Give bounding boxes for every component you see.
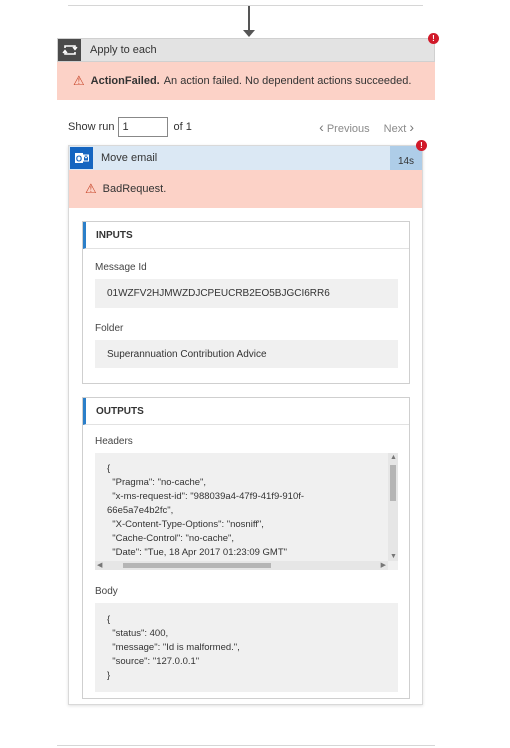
headers-horizontal-scroll-thumb[interactable] [123, 563, 271, 568]
chevron-left-icon: ‹ [319, 119, 324, 135]
apply-to-each-error-code: ActionFailed. [90, 75, 160, 87]
run-number-input[interactable] [118, 117, 169, 137]
move-email-header[interactable]: O Move email 14s [69, 146, 422, 170]
outputs-heading: OUTPUTS [83, 398, 409, 425]
headers-line: 66e5a7e4b2fc", [107, 505, 174, 516]
apply-to-each-error-banner: ⚠ ActionFailed. An action failed. No dep… [57, 62, 435, 100]
inputs-heading: INPUTS [83, 222, 409, 249]
headers-line: "X-Content-Type-Options": "nosniff", [107, 519, 264, 530]
previous-label: Previous [326, 123, 370, 135]
body-code: { "status": 400, "message": "Id is malfo… [107, 613, 240, 683]
next-step-top-edge [57, 745, 435, 746]
outlook-icon: O [70, 147, 93, 169]
apply-to-each-error-badge-icon: ! [428, 33, 439, 44]
move-email-error-code: BadRequest. [102, 183, 167, 195]
folder-label: Folder [95, 323, 124, 334]
message-id-value: 01WZFV2HJMWZDJCPEUCRB2EO5BJGCI6RR6 [95, 279, 398, 308]
inputs-panel: INPUTS Message Id 01WZFV2HJMWZDJCPEUCRB2… [82, 221, 410, 384]
run-count-label: of 1 [173, 121, 192, 133]
headers-horizontal-scrollbar[interactable]: ◀ ▶ [95, 561, 388, 570]
warning-icon: ⚠ [85, 181, 97, 196]
headers-line: { [107, 463, 111, 474]
flow-arrow-stem [248, 6, 250, 32]
headers-line: "Pragma": "no-cache", [107, 477, 207, 488]
svg-text:O: O [75, 155, 81, 164]
headers-vertical-scrollbar[interactable]: ▲ ▼ [388, 453, 398, 561]
headers-code: { "Pragma": "no-cache", "x-ms-request-id… [107, 462, 304, 560]
outputs-panel: OUTPUTS Headers { "Pragma": "no-cache", … [82, 397, 410, 699]
move-email-title: Move email [101, 152, 158, 164]
headers-label: Headers [95, 436, 133, 447]
previous-step-bottom-edge [68, 0, 423, 6]
headers-line: "Cache-Control": "no-cache", [107, 533, 235, 544]
run-pager: Show run of 1 ‹ Previous Next › [68, 116, 414, 138]
body-line: } [107, 670, 111, 681]
flow-arrow-down-icon [243, 30, 255, 37]
scroll-up-icon[interactable]: ▲ [390, 454, 397, 461]
scroll-down-icon[interactable]: ▼ [390, 553, 397, 560]
loop-icon [58, 39, 81, 61]
folder-value: Superannuation Contribution Advice [95, 340, 398, 368]
move-email-error-banner: ⚠ BadRequest. [69, 170, 422, 208]
body-label: Body [95, 586, 118, 597]
scroll-left-icon[interactable]: ◀ [97, 562, 102, 569]
chevron-right-icon: › [409, 119, 414, 135]
warning-icon: ⚠ [73, 73, 85, 88]
body-line: "message": "Id is malformed.", [107, 642, 240, 653]
apply-to-each-error-message: An action failed. No dependent actions s… [163, 75, 412, 87]
headers-line: "x-ms-request-id": "988039a4-47f9-41f9-9… [107, 491, 305, 502]
apply-to-each-header[interactable]: Apply to each [57, 38, 435, 62]
body-line: "status": 400, [107, 628, 169, 639]
headers-code-box[interactable]: { "Pragma": "no-cache", "x-ms-request-id… [95, 453, 398, 570]
show-run-label: Show run [68, 121, 115, 133]
previous-run-button[interactable]: ‹ Previous [319, 119, 370, 135]
move-email-error-badge-icon: ! [416, 140, 427, 151]
headers-line: "Date": "Tue, 18 Apr 2017 01:23:09 GMT" [107, 547, 288, 558]
move-email-card: O Move email 14s ⚠ BadRequest. INPUTS Me… [68, 145, 423, 705]
scroll-right-icon[interactable]: ▶ [381, 562, 386, 569]
apply-to-each-title: Apply to each [90, 44, 157, 56]
body-line: "source": "127.0.0.1" [107, 656, 200, 667]
body-code-box: { "status": 400, "message": "Id is malfo… [95, 603, 398, 692]
headers-vertical-scroll-thumb[interactable] [390, 465, 396, 501]
next-label: Next [383, 123, 407, 135]
next-run-button[interactable]: Next › [384, 119, 414, 135]
message-id-label: Message Id [95, 262, 147, 273]
body-line: { [107, 614, 111, 625]
